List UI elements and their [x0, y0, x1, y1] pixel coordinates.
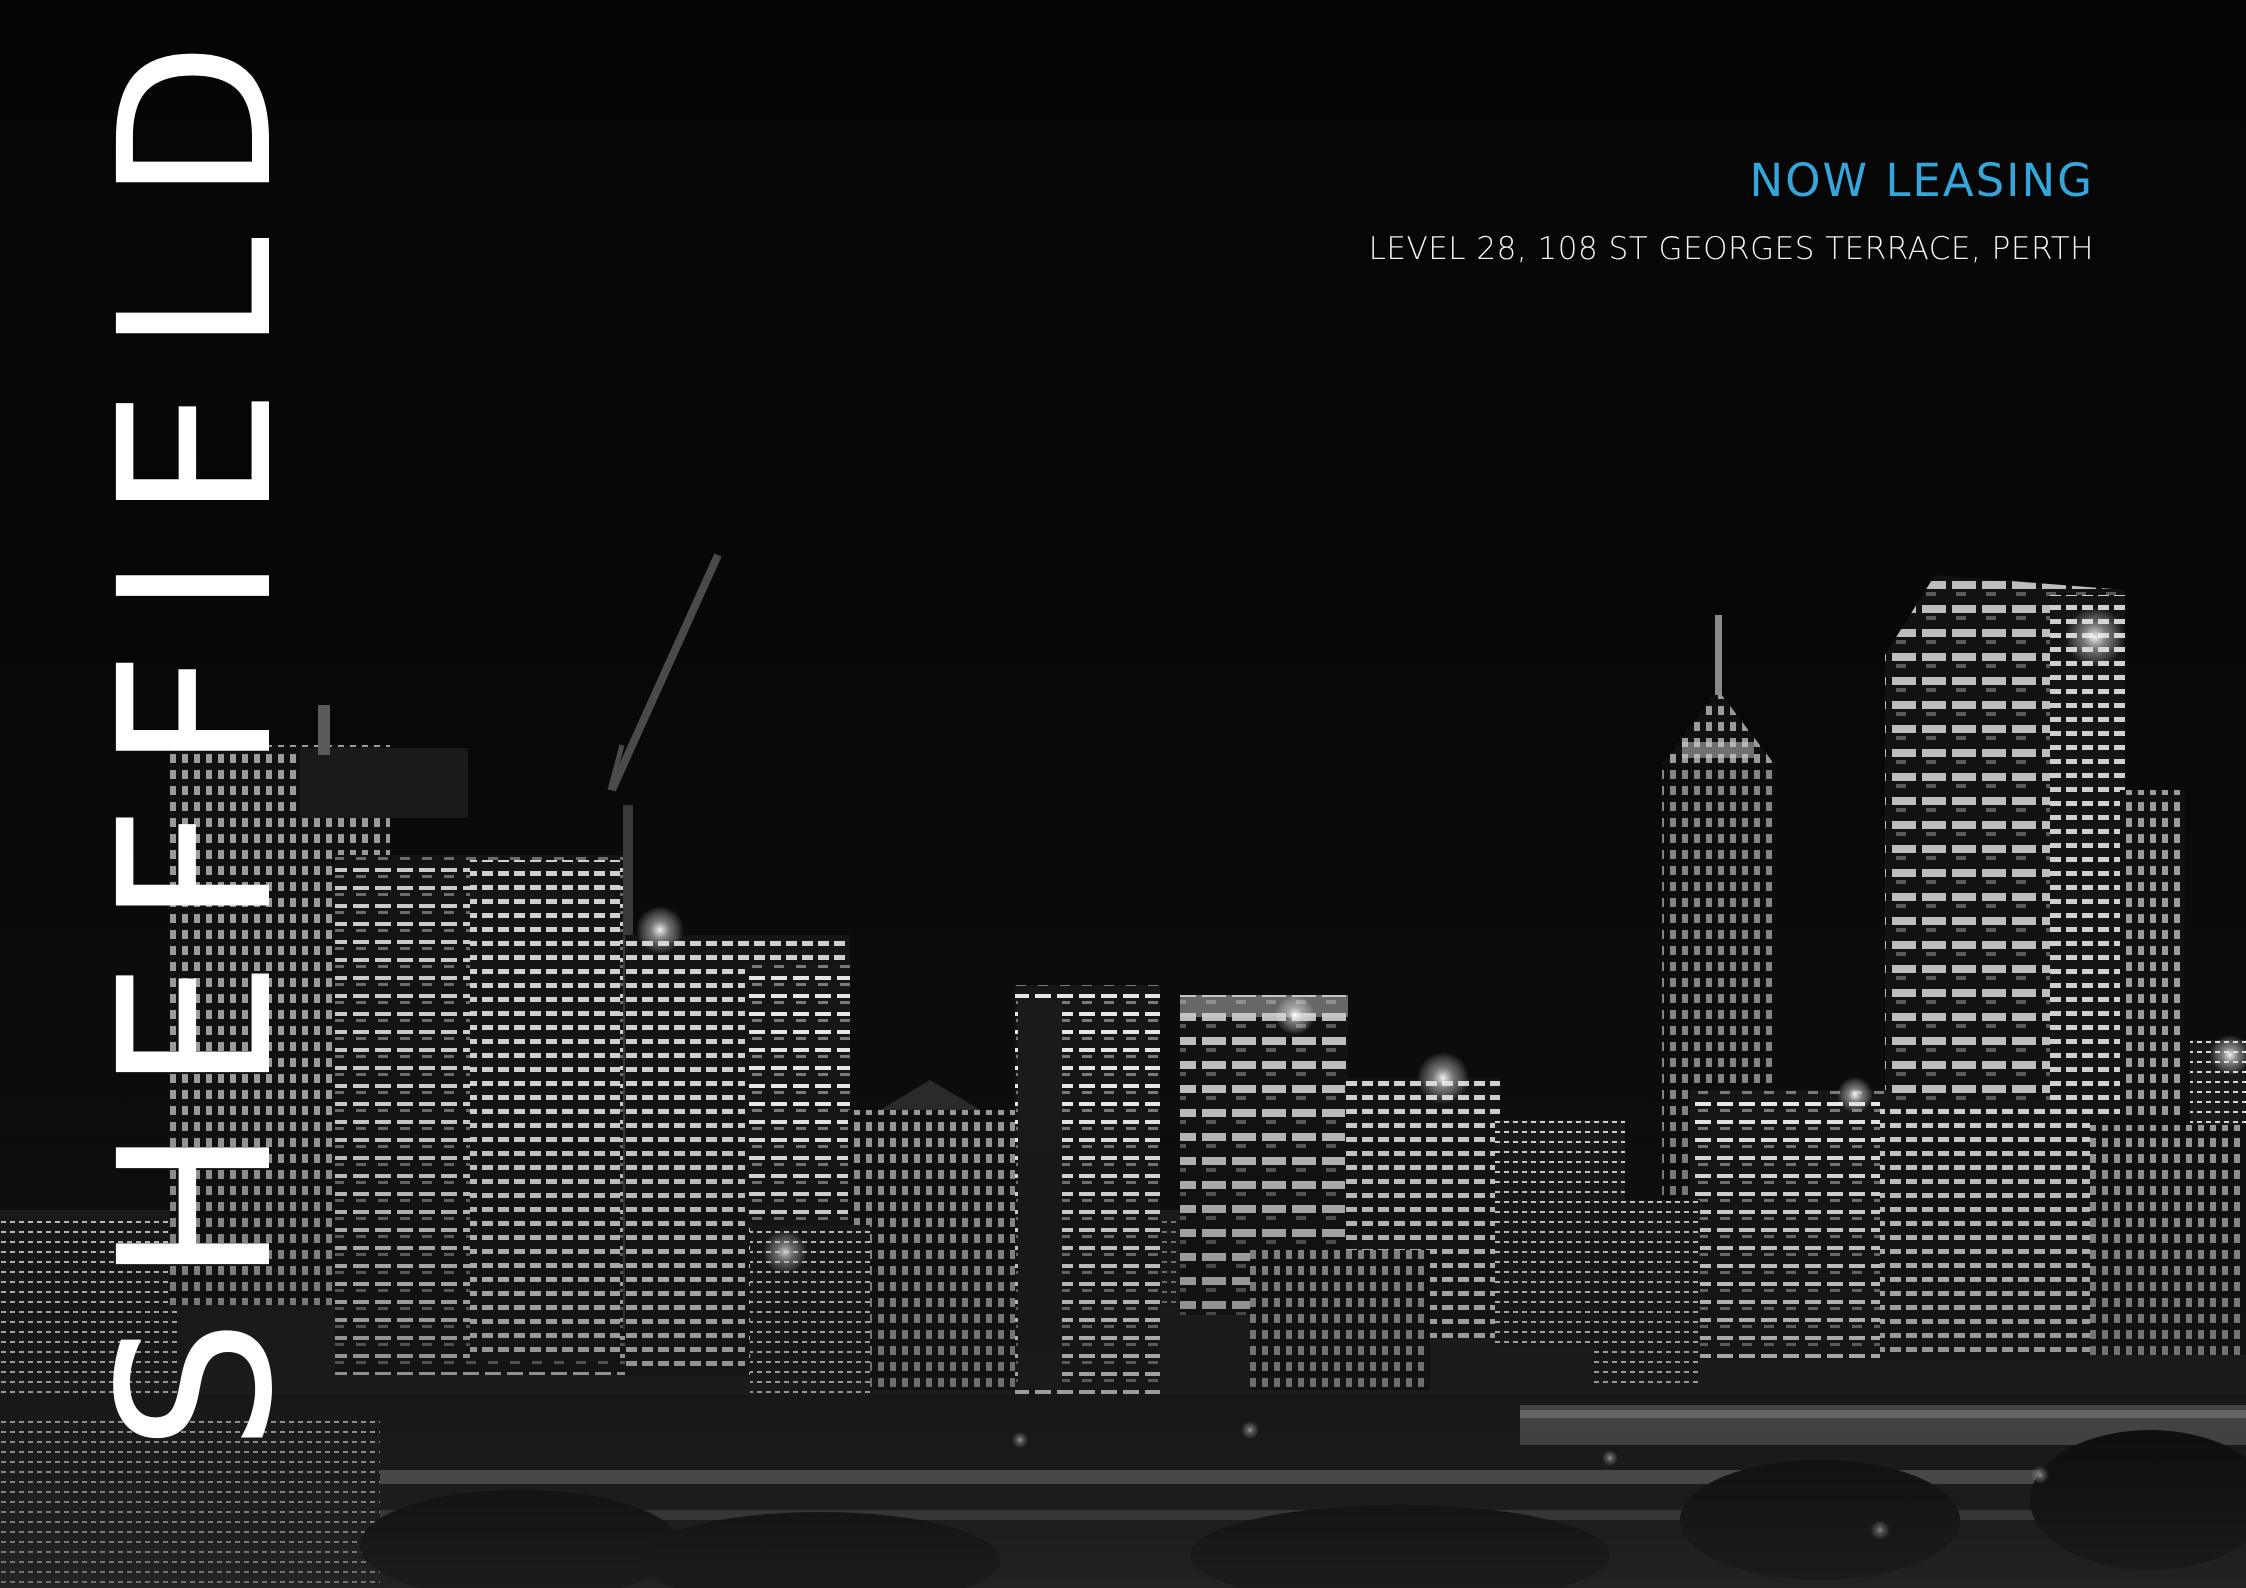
now-leasing-headline: NOW LEASING	[1749, 154, 2094, 207]
listing-info: NOW LEASING LEVEL 28, 108 ST GEORGES TER…	[1369, 156, 2094, 266]
flyer-page: SHEFFIELD NOW LEASING LEVEL 28, 108 ST G…	[0, 0, 2246, 1588]
brand-title: SHEFFIELD	[74, 7, 319, 1452]
property-address: LEVEL 28, 108 ST GEORGES TERRACE, PERTH	[1368, 230, 2094, 267]
